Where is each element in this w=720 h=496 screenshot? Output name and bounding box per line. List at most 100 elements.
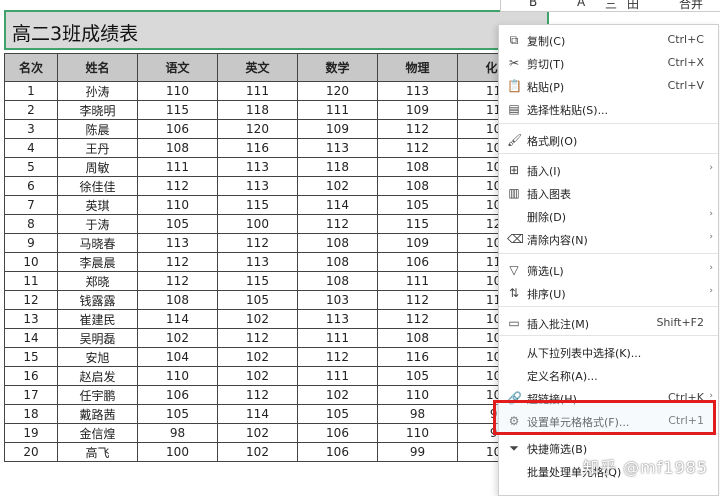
table-cell[interactable]: 6 [4,176,58,196]
table-cell[interactable]: 111 [377,271,458,291]
table-cell[interactable]: 111 [297,328,378,348]
menu-item[interactable]: ⇅ 排序(U) › [499,282,718,304]
table-cell[interactable]: 马晓春 [57,233,138,253]
table-cell[interactable]: 112 [217,328,298,348]
table-cell[interactable]: 106 [137,119,218,139]
table-cell[interactable]: 112 [217,385,298,405]
table-cell[interactable]: 102 [297,176,378,196]
table-cell[interactable]: 116 [217,138,298,158]
table-cell[interactable]: 英琪 [57,195,138,215]
table-cell[interactable]: 108 [137,138,218,158]
table-cell[interactable]: 102 [137,328,218,348]
table-cell[interactable]: 116 [377,347,458,367]
table-cell[interactable]: 114 [297,195,378,215]
table-cell[interactable]: 103 [297,290,378,310]
table-cell[interactable]: 112 [137,252,218,272]
toolbar-item[interactable]: 三 [605,0,617,11]
table-cell[interactable]: 108 [297,271,378,291]
table-cell[interactable]: 112 [377,119,458,139]
table-cell[interactable]: 112 [377,138,458,158]
table-cell[interactable]: 118 [297,157,378,177]
table-cell[interactable]: 5 [4,157,58,177]
table-cell[interactable]: 10 [4,252,58,272]
column-header[interactable]: 姓名 [57,53,138,82]
table-cell[interactable]: 周敏 [57,157,138,177]
toolbar-item[interactable]: 田 [627,0,639,11]
table-cell[interactable]: 110 [377,385,458,405]
table-cell[interactable]: 于涛 [57,214,138,234]
menu-item[interactable]: ⌫ 清除内容(N) › [499,228,718,250]
table-cell[interactable]: 102 [297,385,378,405]
table-cell[interactable]: 115 [217,271,298,291]
table-cell[interactable]: 114 [217,404,298,424]
table-cell[interactable]: 113 [297,309,378,329]
table-cell[interactable]: 109 [377,100,458,120]
table-cell[interactable]: 4 [4,138,58,158]
menu-item[interactable]: 删除(D) › [499,205,718,227]
menu-item[interactable]: ⊞ 插入(I) › [499,159,718,181]
table-cell[interactable]: 115 [137,100,218,120]
table-cell[interactable]: 102 [217,309,298,329]
table-cell[interactable]: 8 [4,214,58,234]
table-cell[interactable]: 115 [377,214,458,234]
table-cell[interactable]: 108 [137,290,218,310]
table-cell[interactable]: 108 [297,233,378,253]
table-cell[interactable]: 102 [217,442,298,462]
table-cell[interactable]: 19 [4,423,58,443]
table-cell[interactable]: 111 [137,157,218,177]
table-cell[interactable]: 112 [217,233,298,253]
table-cell[interactable]: 戴路茜 [57,404,138,424]
table-cell[interactable]: 13 [4,309,58,329]
table-cell[interactable]: 徐佳佳 [57,176,138,196]
table-cell[interactable]: 99 [377,442,458,462]
toolbar-item[interactable]: A [577,0,585,9]
table-cell[interactable]: 120 [297,81,378,101]
table-cell[interactable]: 100 [217,214,298,234]
table-cell[interactable]: 高飞 [57,442,138,462]
table-cell[interactable]: 钱露露 [57,290,138,310]
menu-item[interactable]: ▽ 筛选(L) › [499,259,718,281]
table-cell[interactable]: 105 [137,214,218,234]
menu-item[interactable]: 从下拉列表中选择(K)... [499,341,718,363]
column-header[interactable]: 英文 [217,53,298,82]
menu-item[interactable]: 定义名称(A)... [499,364,718,386]
table-cell[interactable]: 李晨晨 [57,252,138,272]
menu-item[interactable]: ▥ 插入图表 [499,182,718,204]
table-cell[interactable]: 18 [4,404,58,424]
table-cell[interactable]: 112 [297,347,378,367]
table-cell[interactable]: 金信煌 [57,423,138,443]
table-cell[interactable]: 111 [297,100,378,120]
table-cell[interactable]: 118 [217,100,298,120]
menu-item[interactable]: ▭ 插入批注(M) Shift+F2 [499,312,718,334]
table-cell[interactable]: 115 [217,195,298,215]
table-cell[interactable]: 108 [377,176,458,196]
table-cell[interactable]: 14 [4,328,58,348]
table-cell[interactable]: 108 [297,252,378,272]
table-cell[interactable]: 2 [4,100,58,120]
menu-item[interactable]: 🖌 格式刷(O) [499,129,718,151]
table-cell[interactable]: 17 [4,385,58,405]
table-cell[interactable]: 9 [4,233,58,253]
table-cell[interactable]: 110 [137,81,218,101]
table-cell[interactable]: 15 [4,347,58,367]
table-cell[interactable]: 113 [297,138,378,158]
table-cell[interactable]: 111 [217,81,298,101]
table-cell[interactable]: 11 [4,271,58,291]
table-cell[interactable]: 110 [137,195,218,215]
table-cell[interactable]: 111 [297,366,378,386]
table-cell[interactable]: 98 [137,423,218,443]
table-cell[interactable]: 安旭 [57,347,138,367]
column-header[interactable]: 物理 [377,53,458,82]
table-cell[interactable]: 113 [217,252,298,272]
table-cell[interactable]: 106 [297,423,378,443]
table-cell[interactable]: 105 [297,404,378,424]
table-cell[interactable]: 崔建民 [57,309,138,329]
table-cell[interactable]: 108 [377,157,458,177]
column-header[interactable]: 语文 [137,53,218,82]
table-cell[interactable]: 20 [4,442,58,462]
toolbar-item[interactable]: B [529,0,537,9]
table-cell[interactable]: 孙涛 [57,81,138,101]
table-cell[interactable]: 108 [377,328,458,348]
table-cell[interactable]: 112 [377,290,458,310]
table-cell[interactable]: 1 [4,81,58,101]
